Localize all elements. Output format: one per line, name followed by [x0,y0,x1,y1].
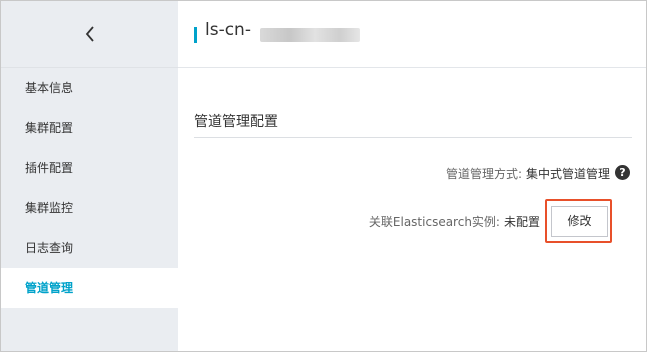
sidebar-item-cluster-config[interactable]: 集群配置 [1,108,178,148]
sidebar-item-pipeline-management[interactable]: 管道管理 [1,268,178,308]
es-instance-label: 关联Elasticsearch实例: [368,215,500,229]
pipeline-mode-row: 管道管理方式: 集中式管道管理 [446,165,610,182]
sidebar-item-basic-info[interactable]: 基本信息 [1,68,178,108]
es-instance-value: 未配置 [503,215,540,229]
sidebar-item-cluster-monitor[interactable]: 集群监控 [1,188,178,228]
pipeline-mode-value: 集中式管道管理 [525,167,610,181]
redacted-instance-id [260,28,360,42]
edit-button[interactable]: 修改 [551,206,608,237]
sidebar-item-log-query[interactable]: 日志查询 [1,228,178,268]
main-content: ls-cn- 管道管理配置 管道管理方式: 集中式管道管理 ? 关联Elasti… [178,1,646,351]
page-title: ls-cn- [205,20,251,40]
back-button[interactable] [1,1,178,68]
es-instance-row: 关联Elasticsearch实例: 未配置 [369,213,540,230]
pipeline-mode-label: 管道管理方式: [445,167,522,181]
section-divider [194,137,632,138]
page-header: ls-cn- [178,1,646,68]
section-title: 管道管理配置 [194,114,278,130]
sidebar-nav: 基本信息 集群配置 插件配置 集群监控 日志查询 管道管理 [1,68,178,308]
sidebar: 基本信息 集群配置 插件配置 集群监控 日志查询 管道管理 [1,1,178,351]
app-window: 基本信息 集群配置 插件配置 集群监控 日志查询 管道管理 ls-cn- 管道管… [0,0,647,352]
chevron-left-icon [85,26,95,42]
title-accent-bar [194,27,197,43]
sidebar-item-plugin-config[interactable]: 插件配置 [1,148,178,188]
question-circle-icon[interactable]: ? [615,165,630,180]
